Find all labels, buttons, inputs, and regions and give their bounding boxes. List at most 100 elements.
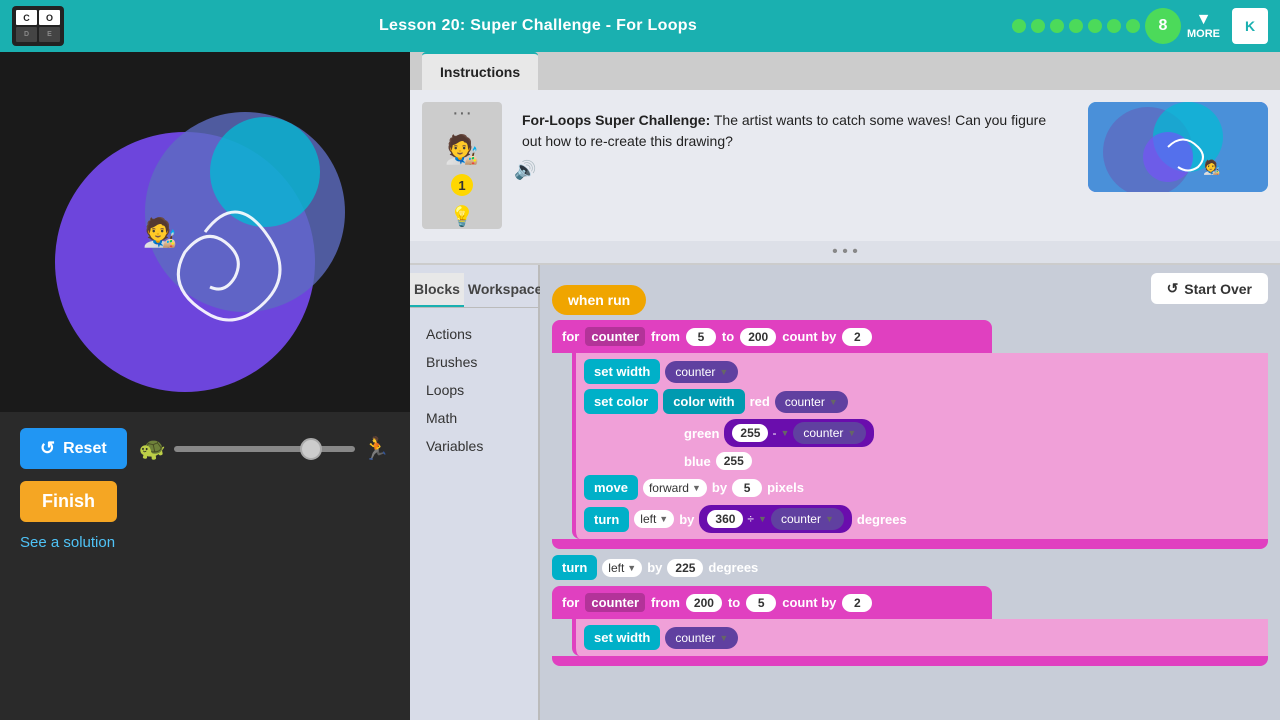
logo-c: C	[16, 10, 37, 25]
to-val-2[interactable]: 5	[746, 594, 776, 612]
green-label: green	[684, 426, 719, 441]
turn-math-block[interactable]: 360 ÷ ▼ counter ▼	[699, 505, 852, 533]
to-label-2: to	[728, 595, 740, 610]
finish-button[interactable]: Finish	[20, 481, 117, 522]
move-label[interactable]: move	[584, 475, 638, 500]
logo-o: O	[39, 10, 60, 25]
from-label-2: from	[651, 595, 680, 610]
spiral-drawing: 🧑‍🎨	[45, 72, 365, 392]
turn-val[interactable]: 360	[707, 510, 743, 528]
dropdown-arrow-math: ▼	[780, 428, 789, 438]
blue-val[interactable]: 255	[716, 452, 752, 470]
counter-red-text: counter	[785, 395, 825, 409]
move-row: move forward ▼ by 5 pixels	[584, 475, 1260, 500]
see-solution-link[interactable]: See a solution	[20, 534, 390, 551]
left2-arrow: ▼	[627, 563, 636, 573]
math-block[interactable]: 255 - ▼ counter ▼	[724, 419, 874, 447]
forward-dropdown[interactable]: forward ▼	[643, 479, 707, 497]
forward-arrow: ▼	[692, 483, 701, 493]
set-width-label[interactable]: set width	[584, 359, 660, 384]
category-math[interactable]: Math	[422, 404, 526, 432]
to-val-1[interactable]: 200	[740, 328, 776, 346]
header: C O D E Lesson 20: Super Challenge - For…	[0, 0, 1280, 52]
count-label-2: count by	[782, 595, 836, 610]
counter-green-value[interactable]: counter ▼	[793, 422, 866, 444]
instructions-text-wrapper: For-Loops Super Challenge: The artist wa…	[514, 102, 1076, 229]
hint-character: 🧑‍🎨	[445, 133, 480, 166]
hint-bulb-icon: 💡	[450, 204, 475, 229]
left-dropdown[interactable]: left ▼	[634, 510, 674, 528]
set-width2-label[interactable]: set width	[584, 625, 660, 650]
category-loops[interactable]: Loops	[422, 376, 526, 404]
green-row: green 255 - ▼ counter ▼	[584, 419, 1260, 447]
event-block[interactable]: when run	[552, 285, 646, 315]
tab-instructions[interactable]: Instructions	[422, 52, 538, 90]
preview-image: 🧑‍🎨	[1088, 102, 1268, 192]
controls-area: ↺ Reset 🐢 🏃 Finish See a solution	[0, 412, 410, 567]
code-blocks: when run for counter from 5 to 200 count…	[552, 277, 1268, 666]
move-val[interactable]: 5	[732, 479, 762, 497]
set-color-label[interactable]: set color	[584, 389, 658, 414]
for-label-1: for	[562, 329, 579, 344]
counter-green-arrow: ▼	[847, 428, 856, 438]
slider-track	[174, 446, 355, 452]
counter-turn-value[interactable]: counter ▼	[771, 508, 844, 530]
turn-math-arrow: ▼	[758, 514, 767, 524]
blue-row: blue 255	[584, 452, 1260, 470]
start-over-button[interactable]: ↺ Start Over	[1151, 273, 1268, 304]
category-variables[interactable]: Variables	[422, 432, 526, 460]
category-actions[interactable]: Actions	[422, 320, 526, 348]
workspace-tab[interactable]: Workspace	[464, 273, 546, 307]
from-val-2[interactable]: 200	[686, 594, 722, 612]
loop2-container: for counter from 200 to 5 count by 2	[552, 586, 1268, 666]
count-val-1[interactable]: 2	[842, 328, 872, 346]
panel-header: Blocks Workspace	[410, 273, 538, 308]
dot-5	[1088, 19, 1102, 33]
main-layout: 🧑‍🎨 ↺ Reset 🐢 🏃 Finish	[0, 52, 1280, 720]
left2-text: left	[608, 561, 624, 575]
more-button[interactable]: ▼ MORE	[1187, 12, 1220, 40]
degrees-label: degrees	[857, 512, 907, 527]
counter-value-width[interactable]: counter ▼	[665, 361, 738, 383]
counter-label-1: counter	[585, 327, 645, 346]
counter-label-2: counter	[585, 593, 645, 612]
reset-label: Reset	[63, 440, 107, 458]
green-val[interactable]: 255	[732, 424, 768, 442]
counter-width2-arrow: ▼	[719, 633, 728, 643]
blocks-tab[interactable]: Blocks	[410, 273, 464, 307]
k-button[interactable]: K	[1232, 8, 1268, 44]
turn-label[interactable]: turn	[584, 507, 629, 532]
loop1-header[interactable]: for counter from 5 to 200 count by 2	[552, 320, 992, 353]
instructions-text: For-Loops Super Challenge: The artist wa…	[514, 102, 1076, 160]
counter-value-width2[interactable]: counter ▼	[665, 627, 738, 649]
dot-4	[1069, 19, 1083, 33]
speed-slider[interactable]: 🐢 🏃	[139, 436, 390, 462]
instructions-area: Instructions ··· 🧑‍🎨 1 💡 For-Loops Super…	[410, 52, 1280, 265]
counter-width-arrow: ▼	[719, 367, 728, 377]
from-val-1[interactable]: 5	[686, 328, 716, 346]
dot-6	[1107, 19, 1121, 33]
svg-text:🧑‍🎨: 🧑‍🎨	[143, 215, 178, 249]
counter-width2-text: counter	[675, 631, 715, 645]
blocks-workspace: Blocks Workspace Actions Brushes Loops M…	[410, 265, 1280, 720]
left2-dropdown[interactable]: left ▼	[602, 559, 642, 577]
category-list: Actions Brushes Loops Math Variables	[410, 316, 538, 464]
pixels-label: pixels	[767, 480, 804, 495]
reset-button[interactable]: ↺ Reset	[20, 428, 127, 469]
logo[interactable]: C O D E	[12, 6, 64, 46]
resize-handle[interactable]: • • •	[410, 241, 1280, 263]
from-label-1: from	[651, 329, 680, 344]
count-val-2[interactable]: 2	[842, 594, 872, 612]
slider-thumb[interactable]	[300, 438, 322, 460]
workspace-area[interactable]: ↺ Start Over when run for counter from	[540, 265, 1280, 720]
loop2-header[interactable]: for counter from 200 to 5 count by 2	[552, 586, 992, 619]
more-arrow-icon: ▼	[1196, 12, 1212, 28]
turn2-label[interactable]: turn	[552, 555, 597, 580]
category-brushes[interactable]: Brushes	[422, 348, 526, 376]
counter-red-value[interactable]: counter ▼	[775, 391, 848, 413]
turn2-val[interactable]: 225	[667, 559, 703, 577]
speaker-button[interactable]: 🔊	[514, 160, 536, 181]
dot-3	[1050, 19, 1064, 33]
dot-2	[1031, 19, 1045, 33]
logo-d: D	[16, 27, 37, 42]
